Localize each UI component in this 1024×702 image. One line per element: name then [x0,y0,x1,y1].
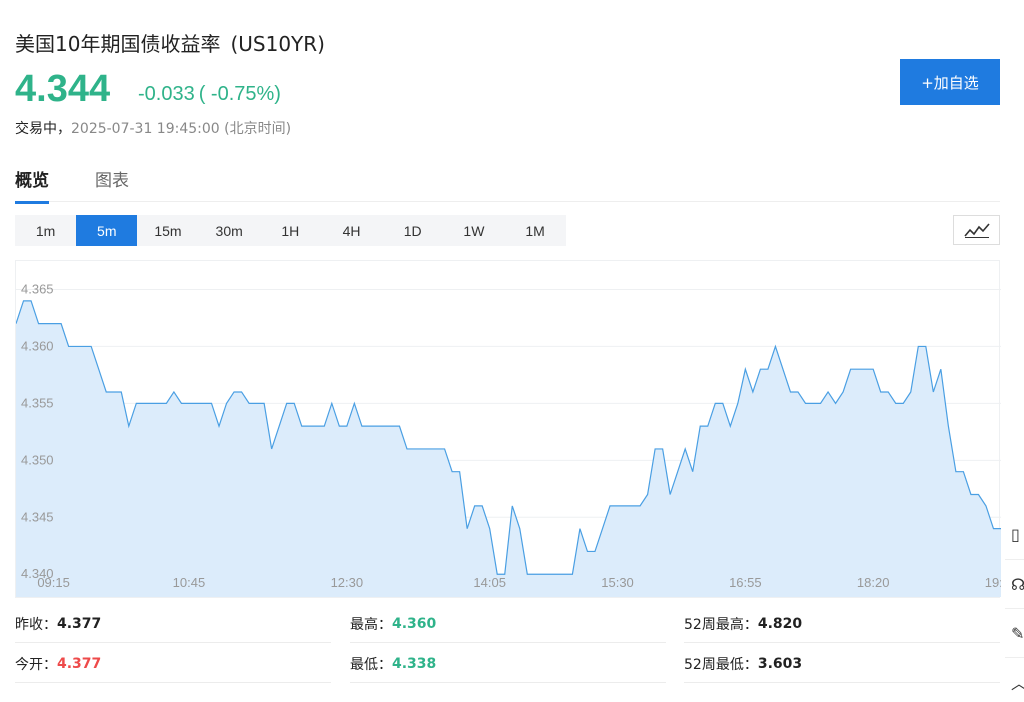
stat-label: 今开： [15,656,57,673]
stat-52w-high: 52周最高： 4.820 [684,605,1000,643]
price-chart[interactable]: 4.340 4.345 4.350 4.355 4.360 4.365 09:15 10:45… [15,260,1001,598]
interval-1h[interactable]: 1H [260,215,321,246]
x-tick-label: 16:55 [729,575,762,590]
stat-value: 4.377 [57,615,102,632]
y-tick-label: 4.360 [21,338,54,353]
stat-value: 4.360 [392,615,437,632]
y-tick-label: 4.365 [21,281,54,296]
interval-selector: 1m 5m 15m 30m 1H 4H 1D 1W 1M [15,215,566,246]
y-tick-label: 4.355 [21,395,54,410]
interval-4h[interactable]: 4H [321,215,382,246]
stat-value: 4.377 [57,655,102,672]
interval-30m[interactable]: 30m [199,215,260,246]
line-chart-icon [963,223,990,238]
timezone-label: (北京时间) [224,121,292,137]
interval-1d[interactable]: 1D [382,215,443,246]
instrument-code: (US10YR) [230,32,325,56]
tab-bar: 概览 图表 [15,160,1000,204]
edit-icon[interactable]: ✎ [1005,608,1024,657]
stat-value: 4.820 [757,615,803,632]
x-tick-label: 18:20 [857,575,890,590]
tab-chart[interactable]: 图表 [95,166,129,201]
y-tick-label: 4.350 [21,452,54,467]
stat-label: 最低： [350,656,392,673]
quote-timestamp: 2025-07-31 19:45:00 [71,121,220,137]
price-chart-svg: 4.3404.3454.3504.3554.3604.36509:15 10:45… [16,281,1001,597]
trading-status: 交易中，2025-07-31 19:45:00 (北京时间) [15,118,291,138]
stat-label: 昨收： [15,616,57,633]
price-area [16,300,1001,597]
x-tick-label: 14:05 [473,575,506,590]
x-tick-label: 12:30 [331,575,364,590]
stat-prev-close: 昨收： 4.377 [15,605,331,643]
stat-label: 52周最高： [684,616,758,633]
chart-type-toggle[interactable] [953,215,1000,245]
stat-low: 最低： 4.338 [350,645,666,683]
instrument-name: 美国10年期国债收益率 [15,32,221,56]
x-tick-label: 15:30 [601,575,634,590]
stat-value: 3.603 [757,655,803,672]
x-tick-label: 09:15 [37,575,70,590]
trading-state: 交易中， [15,121,71,137]
y-tick-label: 4.345 [21,509,54,524]
tab-overview[interactable]: 概览 [15,166,49,204]
page-title: 美国10年期国债收益率 (US10YR) [15,28,325,57]
current-price: 4.344 [15,68,111,110]
stat-open: 今开： 4.377 [15,645,331,683]
interval-15m[interactable]: 15m [137,215,198,246]
stat-label: 52周最低： [684,656,758,673]
change-value: -0.033 [138,83,195,105]
headset-icon[interactable]: ☊ [1005,559,1024,608]
interval-5m[interactable]: 5m [76,215,138,246]
back-to-top-icon[interactable]: ︿ [1005,657,1024,702]
add-to-watchlist-button[interactable]: +加自选 [900,59,1000,105]
change-percent: ( -0.75%) [198,83,281,105]
side-toolbar: ▯ ☊ ✎ ︿ [1005,510,1024,702]
interval-1w[interactable]: 1W [443,215,504,246]
x-tick-label: 10:45 [173,575,206,590]
x-tick-label: 19:45 [985,575,1001,590]
stat-label: 最高： [350,616,392,633]
price-change: -0.033( -0.75%) [138,83,285,106]
interval-1mo[interactable]: 1M [505,215,566,246]
stat-value: 4.338 [392,655,437,672]
interval-1m[interactable]: 1m [15,215,76,246]
phone-icon[interactable]: ▯ [1005,510,1024,559]
stat-52w-low: 52周最低： 3.603 [684,645,1000,683]
stat-high: 最高： 4.360 [350,605,666,643]
